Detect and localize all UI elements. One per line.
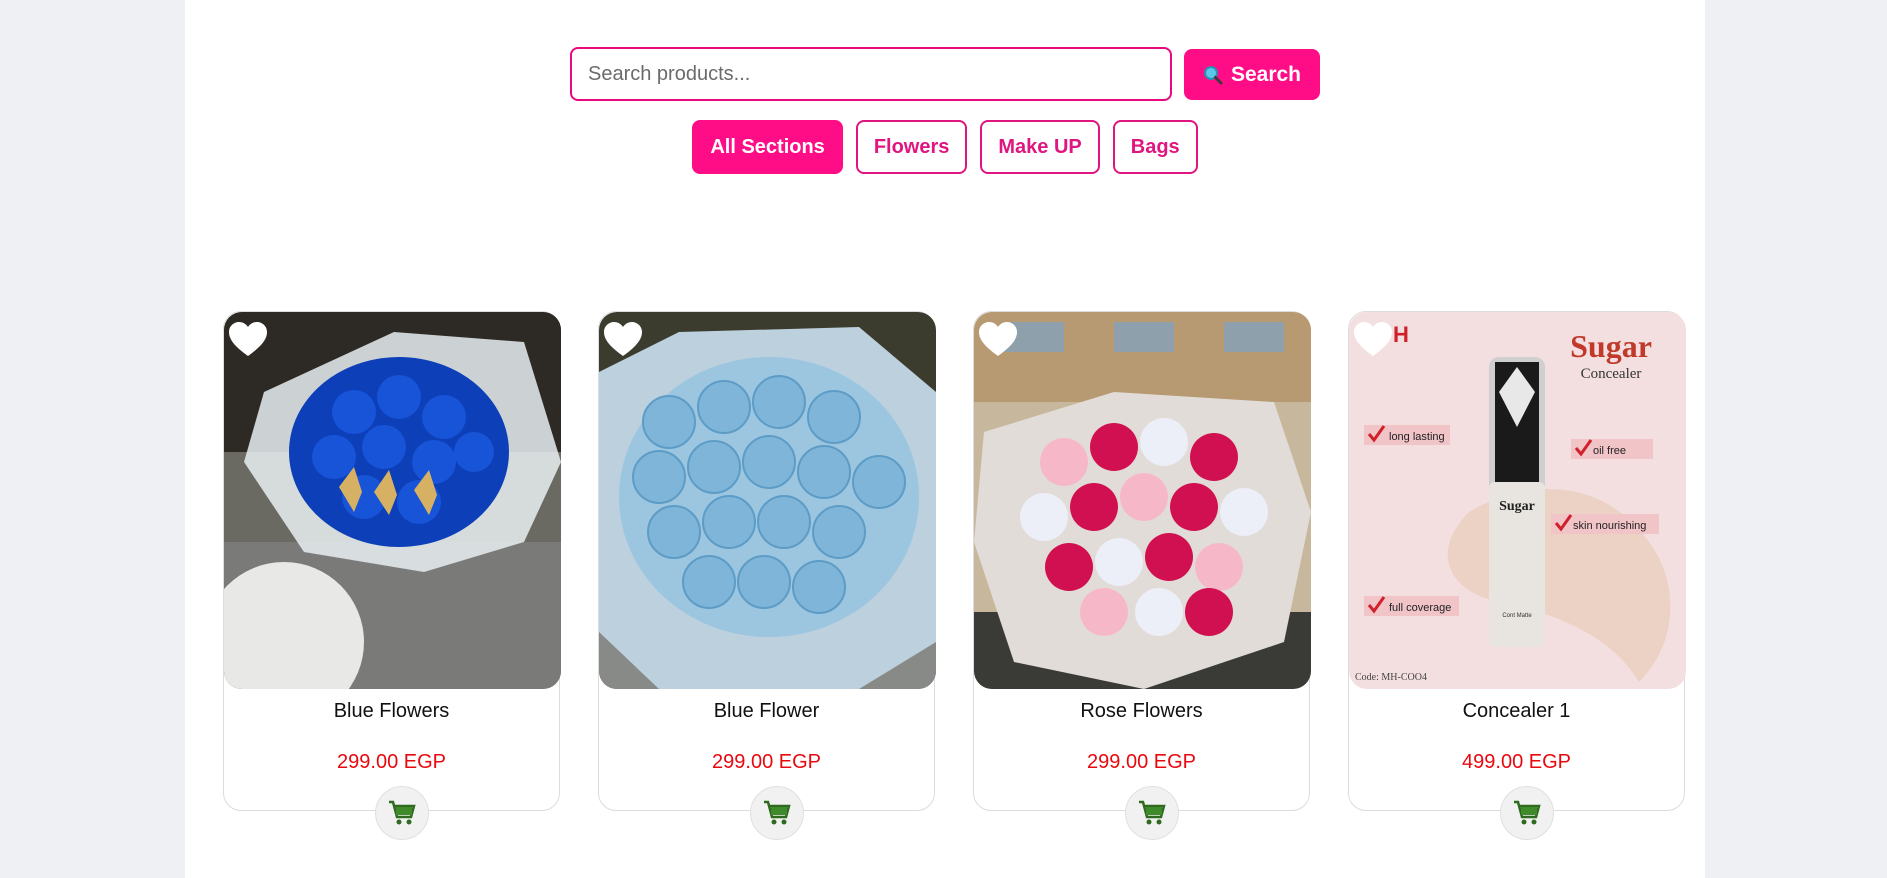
product-grid: Blue Flowers 299.00 EGP Blue Flower 299.…: [223, 311, 1686, 840]
product-price: 299.00 EGP: [712, 751, 821, 773]
product-image[interactable]: [224, 312, 561, 689]
feature-4: full coverage: [1389, 602, 1451, 614]
favorite-heart-icon[interactable]: [1353, 322, 1393, 358]
add-to-cart-button[interactable]: [1500, 786, 1554, 840]
tube-label: Sugar: [1499, 499, 1535, 514]
tube-small-text: Cont Matte: [1502, 613, 1532, 619]
feature-1: long lasting: [1389, 431, 1445, 443]
product-name[interactable]: Blue Flower: [599, 700, 934, 723]
product-price: 499.00 EGP: [1462, 751, 1571, 773]
filter-all-sections[interactable]: All Sections: [692, 120, 843, 174]
feature-3: skin nourishing: [1573, 520, 1646, 532]
cart-icon: [389, 800, 416, 825]
add-to-cart-button[interactable]: [1125, 786, 1179, 840]
cart-icon: [1514, 800, 1541, 825]
filter-flowers[interactable]: Flowers: [855, 120, 968, 174]
product-card[interactable]: Blue Flower 299.00 EGP: [598, 311, 936, 840]
ad-subtitle: Concealer: [1581, 366, 1642, 382]
product-name[interactable]: Concealer 1: [1349, 700, 1684, 723]
favorite-heart-icon[interactable]: [603, 322, 643, 358]
favorite-heart-icon[interactable]: [978, 322, 1018, 358]
search-input[interactable]: [570, 47, 1172, 101]
magnifier-icon: [1203, 65, 1223, 84]
product-image[interactable]: [599, 312, 936, 689]
brand-logo: H: [1393, 322, 1409, 347]
cart-icon: [1139, 800, 1166, 825]
product-card[interactable]: Rose Flowers 299.00 EGP: [973, 311, 1311, 840]
search-button[interactable]: Search: [1184, 49, 1320, 100]
product-image[interactable]: H Sugar Concealer Sugar Cont Matte long …: [1349, 312, 1686, 689]
add-to-cart-button[interactable]: [375, 786, 429, 840]
filter-bags[interactable]: Bags: [1112, 120, 1198, 174]
favorite-heart-icon[interactable]: [228, 322, 268, 358]
product-code: Code: MH-COO4: [1355, 672, 1427, 683]
add-to-cart-button[interactable]: [750, 786, 804, 840]
product-name[interactable]: Blue Flowers: [224, 700, 559, 723]
ad-brand: Sugar: [1570, 328, 1652, 364]
cart-icon: [764, 800, 791, 825]
product-image[interactable]: [974, 312, 1311, 689]
product-card[interactable]: H Sugar Concealer Sugar Cont Matte long …: [1348, 311, 1686, 840]
filter-make-up[interactable]: Make UP: [980, 120, 1100, 174]
product-price: 299.00 EGP: [1087, 751, 1196, 773]
search-button-label: Search: [1230, 62, 1302, 86]
page: Search All Sections Flowers Make UP Bags: [185, 0, 1705, 878]
feature-2: oil free: [1593, 445, 1626, 457]
section-filters: All Sections Flowers Make UP Bags: [185, 120, 1705, 174]
product-name[interactable]: Rose Flowers: [974, 700, 1309, 723]
product-card[interactable]: Blue Flowers 299.00 EGP: [223, 311, 561, 840]
product-price: 299.00 EGP: [337, 751, 446, 773]
search-bar: Search: [185, 47, 1705, 101]
